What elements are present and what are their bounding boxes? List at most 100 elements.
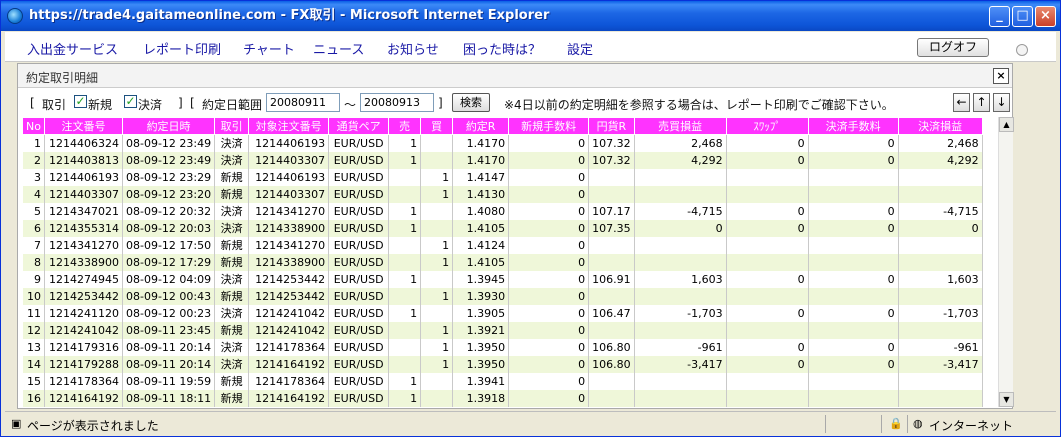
table-cell: 1 <box>420 355 454 373</box>
table-cell: 決済 <box>214 134 250 152</box>
table-cell: 1214241120 <box>44 304 123 322</box>
status-divider <box>907 415 908 433</box>
table-cell: 1 <box>388 270 422 288</box>
table-cell: 0 <box>508 185 590 203</box>
table-cell: 1214164192 <box>248 355 330 373</box>
table-cell: 1.3905 <box>452 304 510 322</box>
table-cell: 12 <box>22 321 45 339</box>
table-row[interactable]: 16 1214164192 08-09-11 18:11 新規 1214164192 EU… <box>22 389 983 407</box>
column-header: 買 <box>420 117 454 135</box>
table-cell <box>588 185 635 203</box>
table-cell: 0 <box>508 389 590 407</box>
table-cell: 1.4170 <box>452 151 510 169</box>
table-row[interactable]: 1 1214406324 08-09-12 23:49 決済 1214406193 EUR… <box>22 134 983 152</box>
table-row[interactable]: 6 1214355314 08-09-12 20:03 決済 1214338900 EUR… <box>22 219 983 237</box>
table-row[interactable]: 9 1214274945 08-09-12 04:09 決済 1214253442 EUR… <box>22 270 983 288</box>
table-cell <box>388 185 422 203</box>
table-cell: -4,715 <box>634 202 727 220</box>
table-cell: EUR/USD <box>328 168 390 186</box>
scroll-up-icon[interactable]: ▲ <box>999 117 1014 132</box>
zone-text: インターネット <box>929 419 1014 433</box>
table-row[interactable]: 4 1214403307 08-09-12 23:20 新規 1214403307 EUR… <box>22 185 983 203</box>
table-row[interactable]: 13 1214179316 08-09-11 20:14 決済 1214178364 EU… <box>22 338 983 356</box>
table-row[interactable]: 2 1214403813 08-09-12 23:49 決済 1214403307 EUR… <box>22 151 983 169</box>
date-from-input[interactable] <box>266 93 340 112</box>
bracket-open-2: [ <box>190 96 195 110</box>
lock-icon: 🔒 <box>889 417 903 430</box>
table-row[interactable]: 11 1214241120 08-09-12 00:23 決済 1214241042 EU… <box>22 304 983 322</box>
table-row[interactable]: 10 1214253442 08-09-12 00:43 新規 1214253442 EU… <box>22 287 983 305</box>
table-cell: 1 <box>22 134 45 152</box>
table-cell: 新規 <box>214 287 250 305</box>
table-cell: 107.17 <box>588 202 635 220</box>
table-cell: 1214178364 <box>44 372 123 390</box>
table-cell: 1214179316 <box>44 338 123 356</box>
table-row[interactable]: 7 1214341270 08-09-12 17:50 新規 1214341270 EUR… <box>22 236 983 254</box>
table-cell: 8 <box>22 253 45 271</box>
table-cell: EUR/USD <box>328 389 390 407</box>
vertical-scrollbar[interactable]: ▲ ▼ <box>998 117 1014 407</box>
table-cell: 08-09-12 04:09 <box>122 270 216 288</box>
maximize-button[interactable]: □ <box>1012 6 1033 27</box>
table-row[interactable]: 5 1214347021 08-09-12 20:32 決済 1214341270 EUR… <box>22 202 983 220</box>
table-cell: 1214341270 <box>248 236 330 254</box>
up-arrow-button[interactable]: ↑ <box>973 93 990 112</box>
menu-help[interactable]: 困った時は？ <box>463 39 541 58</box>
table-cell: 新規 <box>214 236 250 254</box>
table-cell <box>634 168 727 186</box>
table-cell: 0 <box>508 253 590 271</box>
date-range-label: 約定日範囲 <box>202 98 263 112</box>
table-cell <box>898 321 983 339</box>
table-cell: 0 <box>508 304 590 322</box>
table-cell: 1 <box>388 372 422 390</box>
menu-notice[interactable]: お知らせ <box>387 39 439 58</box>
date-to-input[interactable] <box>360 93 434 112</box>
table-cell <box>808 185 899 203</box>
menu-chart[interactable]: チャート <box>243 39 295 58</box>
table-cell: 1214338900 <box>44 253 123 271</box>
table-cell: 08-09-12 17:50 <box>122 236 216 254</box>
title-bar: https://trade4.gaitameonline.com - FX取引 … <box>1 1 1060 31</box>
circle-icon[interactable] <box>1016 44 1028 56</box>
table-cell: 0 <box>726 202 809 220</box>
table-cell: 1214178364 <box>248 372 330 390</box>
search-button[interactable]: 検索 <box>452 93 490 112</box>
table-row[interactable]: 3 1214406193 08-09-12 23:29 新規 1214406193 EUR… <box>22 168 983 186</box>
table-cell <box>634 372 727 390</box>
menu-report-print[interactable]: レポート印刷 <box>143 39 221 58</box>
table-row[interactable]: 8 1214338900 08-09-12 17:29 新規 1214338900 EUR… <box>22 253 983 271</box>
table-cell: 0 <box>808 202 899 220</box>
table-row[interactable]: 15 1214178364 08-09-11 19:59 新規 1214178364 EU… <box>22 372 983 390</box>
table-cell: 1214403307 <box>248 185 330 203</box>
menu-news[interactable]: ニュース <box>313 39 364 58</box>
close-button[interactable]: × <box>1035 6 1056 27</box>
table-cell: 0 <box>508 355 590 373</box>
table-cell <box>808 372 899 390</box>
table-cell: 決済 <box>214 338 250 356</box>
table-cell: 1214406193 <box>248 168 330 186</box>
settle-checkbox[interactable]: ✓ <box>124 95 137 108</box>
table-cell: EUR/USD <box>328 355 390 373</box>
table-cell: 決済 <box>214 202 250 220</box>
table-cell: 決済 <box>214 270 250 288</box>
logoff-button[interactable]: ログオフ <box>917 38 989 57</box>
table-cell: -4,715 <box>898 202 983 220</box>
table-cell: 08-09-11 23:45 <box>122 321 216 339</box>
table-cell: 0 <box>808 355 899 373</box>
table-row[interactable]: 12 1214241042 08-09-11 23:45 新規 1214241042 EU… <box>22 321 983 339</box>
down-arrow-button[interactable]: ↓ <box>993 93 1010 112</box>
menu-deposit[interactable]: 入出金サービス <box>27 39 118 58</box>
panel-close-icon[interactable]: × <box>993 68 1009 84</box>
table-cell <box>588 321 635 339</box>
menu-settings[interactable]: 設定 <box>567 39 593 58</box>
table-cell: -1,703 <box>634 304 727 322</box>
table-cell: 13 <box>22 338 45 356</box>
column-header: 売 <box>388 117 422 135</box>
minimize-button[interactable]: _ <box>989 6 1010 27</box>
scroll-down-icon[interactable]: ▼ <box>999 392 1014 407</box>
new-checkbox[interactable]: ✓ <box>74 95 87 108</box>
table-row[interactable]: 14 1214179288 08-09-11 20:14 決済 1214164192 EU… <box>22 355 983 373</box>
table-cell <box>588 389 635 407</box>
table-cell: 0 <box>808 338 899 356</box>
left-arrow-button[interactable]: ← <box>953 93 970 112</box>
